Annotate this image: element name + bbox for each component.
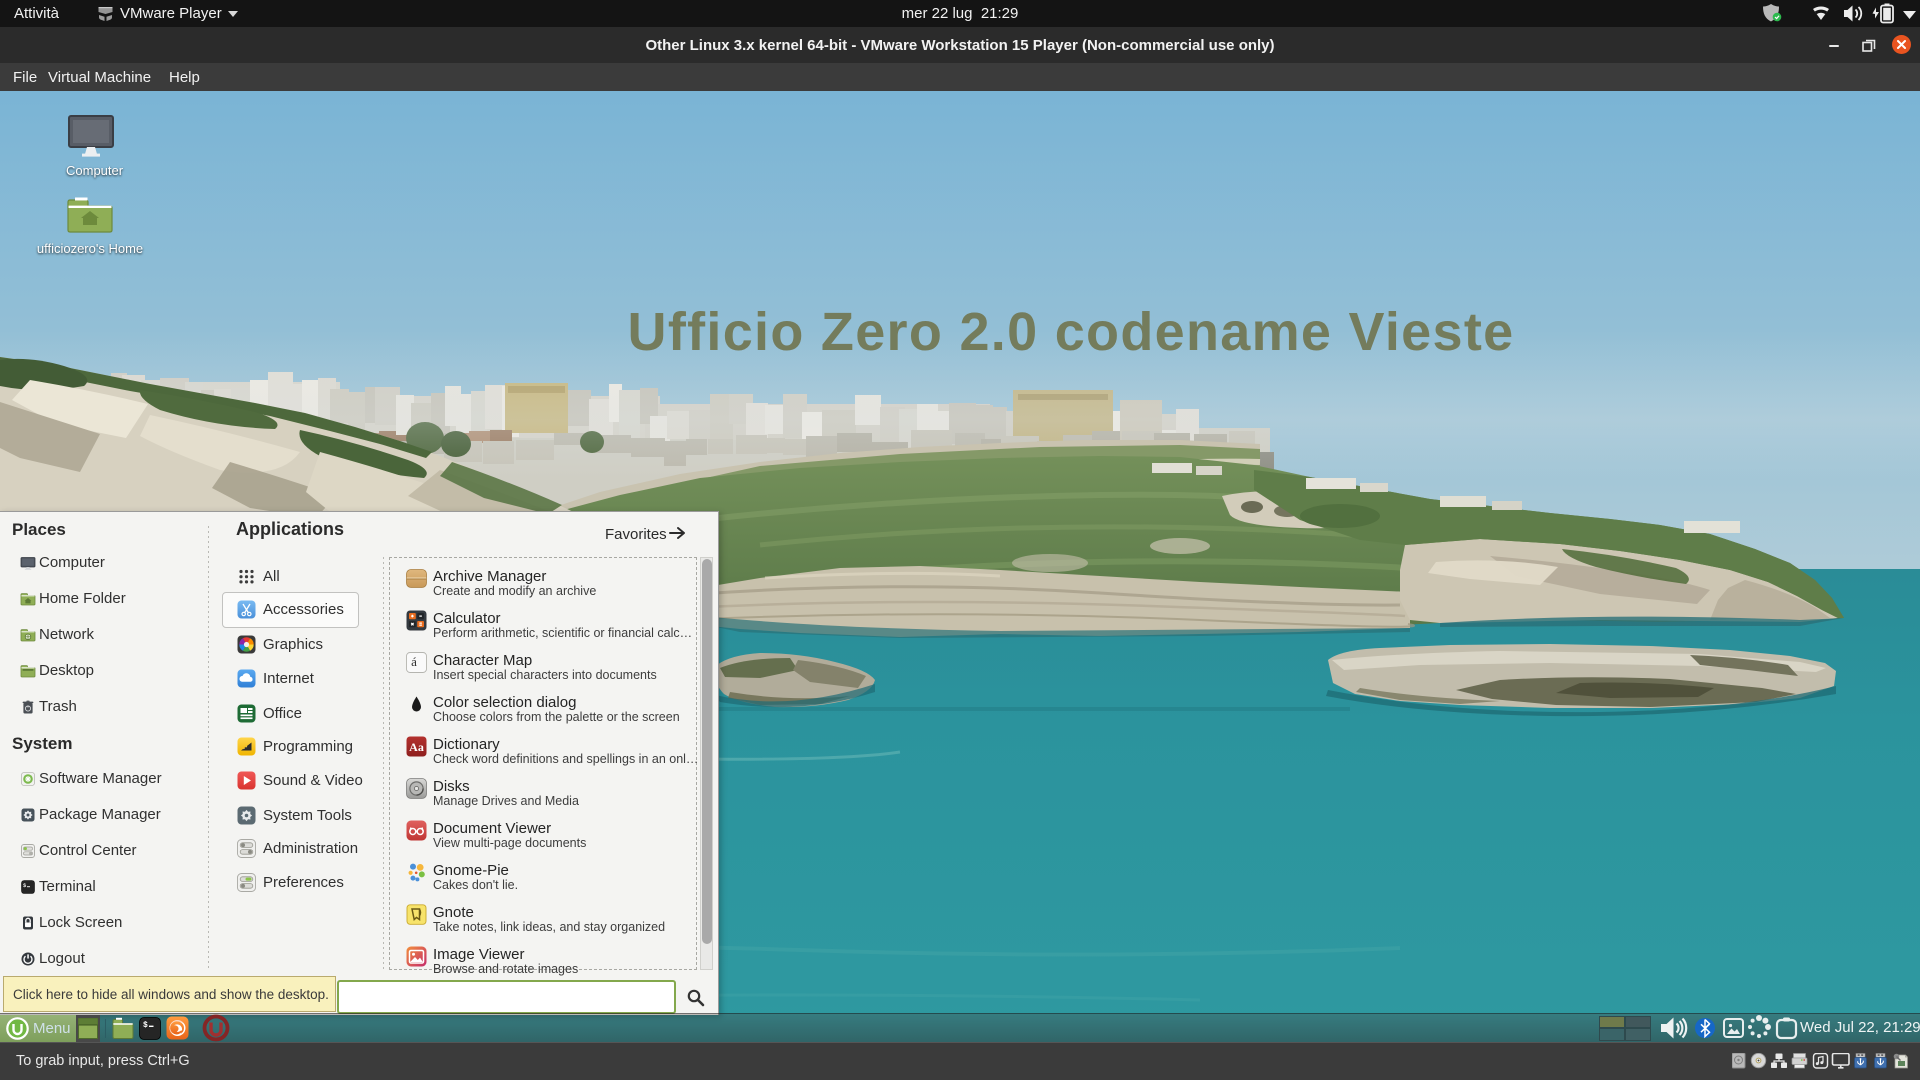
svg-text:Aa: Aa (409, 740, 424, 754)
svg-text:$: $ (143, 1021, 148, 1030)
svg-text:á: á (411, 654, 417, 669)
svg-text:Ufficio Zero 2.0 codename Vies: Ufficio Zero 2.0 codename Vieste (628, 302, 1515, 362)
